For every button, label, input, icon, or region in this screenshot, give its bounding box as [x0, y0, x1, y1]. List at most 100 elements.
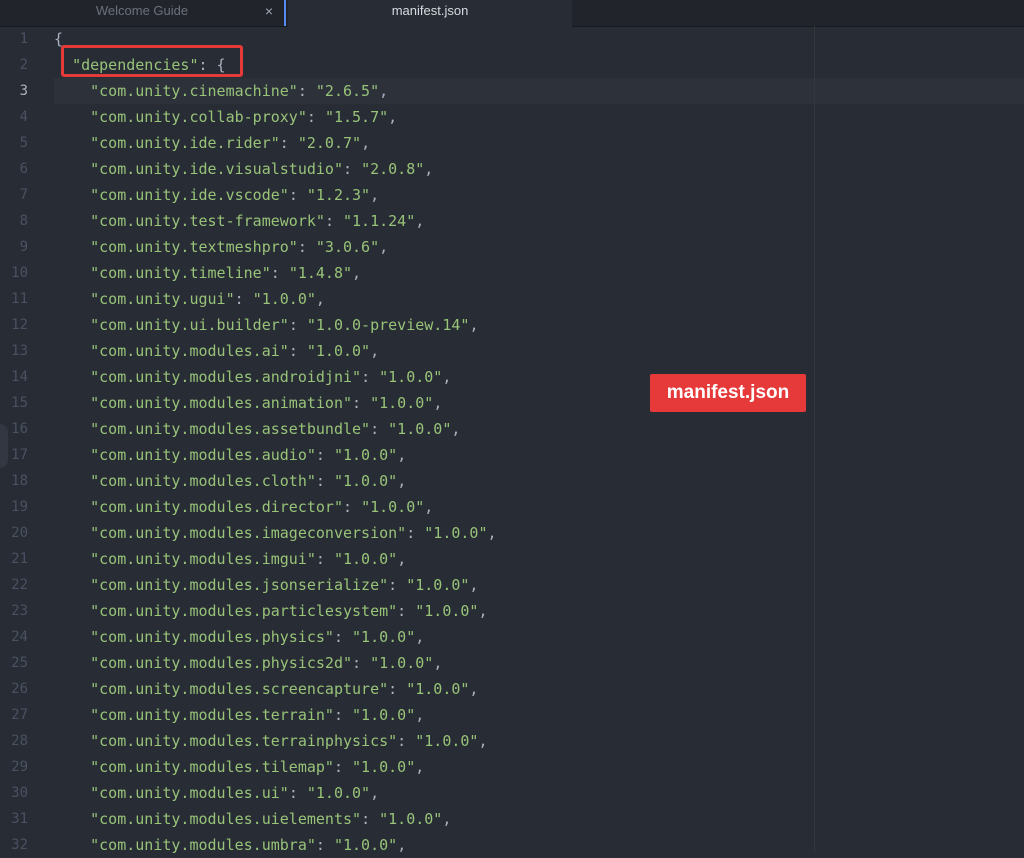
- json-key: "com.unity.cinemachine": [90, 82, 298, 100]
- code-line: "com.unity.modules.imgui": "1.0.0",: [54, 546, 406, 572]
- code-editor[interactable]: 1 2 3 4 5 6 7 8 9 10 11 12 13 14 15 16 17 18 19 20 21 22 23 24 2…: [0, 26, 1024, 854]
- code-line: "com.unity.modules.ui": "1.0.0",: [54, 780, 379, 806]
- json-key: "com.unity.modules.animation": [90, 394, 353, 412]
- line-number: 24: [11, 629, 28, 645]
- code-line: "com.unity.ugui": "1.0.0",: [54, 286, 325, 312]
- colon-separator: :: [406, 524, 425, 542]
- colon-separator: :: [343, 498, 362, 516]
- line-number: 19: [11, 499, 28, 515]
- punctuation: ,: [397, 836, 407, 854]
- json-value: "1.5.7": [324, 108, 389, 126]
- colon-separator: :: [306, 108, 325, 126]
- code-line: "com.unity.modules.particlesystem": "1.0…: [54, 598, 487, 624]
- json-key: "com.unity.modules.ui": [90, 784, 289, 802]
- colon-separator: :: [288, 784, 307, 802]
- line-number: 23: [11, 603, 28, 619]
- punctuation: ,: [478, 732, 488, 750]
- code-line: "com.unity.modules.ai": "1.0.0",: [54, 338, 379, 364]
- colon-separator: :: [352, 394, 371, 412]
- colon-separator: :: [388, 680, 407, 698]
- punctuation: ,: [388, 108, 398, 126]
- scroll-handle[interactable]: [0, 424, 8, 468]
- code-line: "com.unity.modules.terrain": "1.0.0",: [54, 702, 424, 728]
- punctuation: ,: [469, 576, 479, 594]
- line-number: 11: [11, 291, 28, 307]
- json-value: "1.0.0": [352, 628, 416, 646]
- punctuation: ,: [315, 290, 325, 308]
- json-value: "1.0.0": [406, 576, 470, 594]
- code-line: "com.unity.ide.rider": "2.0.7",: [54, 130, 370, 156]
- json-key: "com.unity.modules.androidjni": [90, 368, 362, 386]
- json-value: "3.0.6": [315, 238, 380, 256]
- json-value: "1.0.0": [306, 342, 371, 360]
- punctuation: ,: [415, 628, 425, 646]
- punctuation: ,: [487, 524, 497, 542]
- json-value: "1.0.0": [415, 732, 479, 750]
- json-key: "com.unity.modules.screencapture": [90, 680, 389, 698]
- colon-separator: :: [361, 368, 380, 386]
- json-value: "1.0.0": [379, 368, 443, 386]
- line-number: 27: [11, 707, 28, 723]
- line-number: 29: [11, 759, 28, 775]
- punctuation: ,: [415, 212, 425, 230]
- code-line: "com.unity.ui.builder": "1.0.0-preview.1…: [54, 312, 478, 338]
- tab-welcome-guide[interactable]: Welcome Guide ×: [0, 0, 286, 26]
- colon-separator: :: [361, 810, 380, 828]
- punctuation: ,: [478, 602, 488, 620]
- punctuation: ,: [442, 810, 452, 828]
- code-line: "com.unity.modules.director": "1.0.0",: [54, 494, 433, 520]
- json-value: "1.0.0": [333, 836, 398, 854]
- colon-separator: :: [288, 316, 307, 334]
- colon-separator: :: [315, 446, 334, 464]
- punctuation: ,: [433, 654, 443, 672]
- line-number: 7: [19, 187, 28, 203]
- punctuation: ,: [415, 758, 425, 776]
- line-number: 13: [11, 343, 28, 359]
- code-line: "com.unity.modules.cloth": "1.0.0",: [54, 468, 406, 494]
- colon-separator: :: [397, 602, 416, 620]
- code-line: "com.unity.modules.physics": "1.0.0",: [54, 624, 424, 650]
- json-key: "com.unity.ide.vscode": [90, 186, 289, 204]
- json-key: "com.unity.modules.ai": [90, 342, 289, 360]
- json-key: "com.unity.modules.imgui": [90, 550, 316, 568]
- json-value: "1.0.0": [406, 680, 470, 698]
- colon-separator: :: [333, 706, 353, 724]
- code-line: "com.unity.modules.audio": "1.0.0",: [54, 442, 406, 468]
- colon-separator: :: [324, 212, 343, 230]
- json-key: "com.unity.timeline": [90, 264, 271, 282]
- json-key: "com.unity.modules.umbra": [90, 836, 316, 854]
- json-key: "com.unity.modules.physics": [90, 628, 334, 646]
- code-line: "com.unity.modules.uielements": "1.0.0",: [54, 806, 451, 832]
- colon-separator: :: [343, 160, 362, 178]
- colon-separator: :: [288, 186, 307, 204]
- json-key: "com.unity.modules.assetbundle": [90, 420, 371, 438]
- json-value: "1.0.0": [415, 602, 479, 620]
- line-number: 18: [11, 473, 28, 489]
- code-line: "com.unity.cinemachine": "2.6.5",: [54, 78, 388, 104]
- json-value: "1.0.0": [333, 550, 398, 568]
- close-icon[interactable]: ×: [261, 0, 277, 22]
- punctuation: ,: [415, 706, 425, 724]
- punctuation: ,: [379, 82, 389, 100]
- code-line: "com.unity.modules.physics2d": "1.0.0",: [54, 650, 442, 676]
- colon-separator: :: [397, 732, 416, 750]
- json-value: "1.0.0": [370, 654, 434, 672]
- json-key: "com.unity.modules.particlesystem": [90, 602, 398, 620]
- punctuation: ,: [361, 134, 371, 152]
- tab-manifest-json[interactable]: manifest.json: [288, 0, 572, 27]
- line-number: 6: [19, 161, 28, 177]
- line-number: 25: [11, 655, 28, 671]
- json-value: "2.0.8": [361, 160, 425, 178]
- json-value: "1.0.0": [352, 706, 416, 724]
- json-key: "com.unity.test-framework": [90, 212, 325, 230]
